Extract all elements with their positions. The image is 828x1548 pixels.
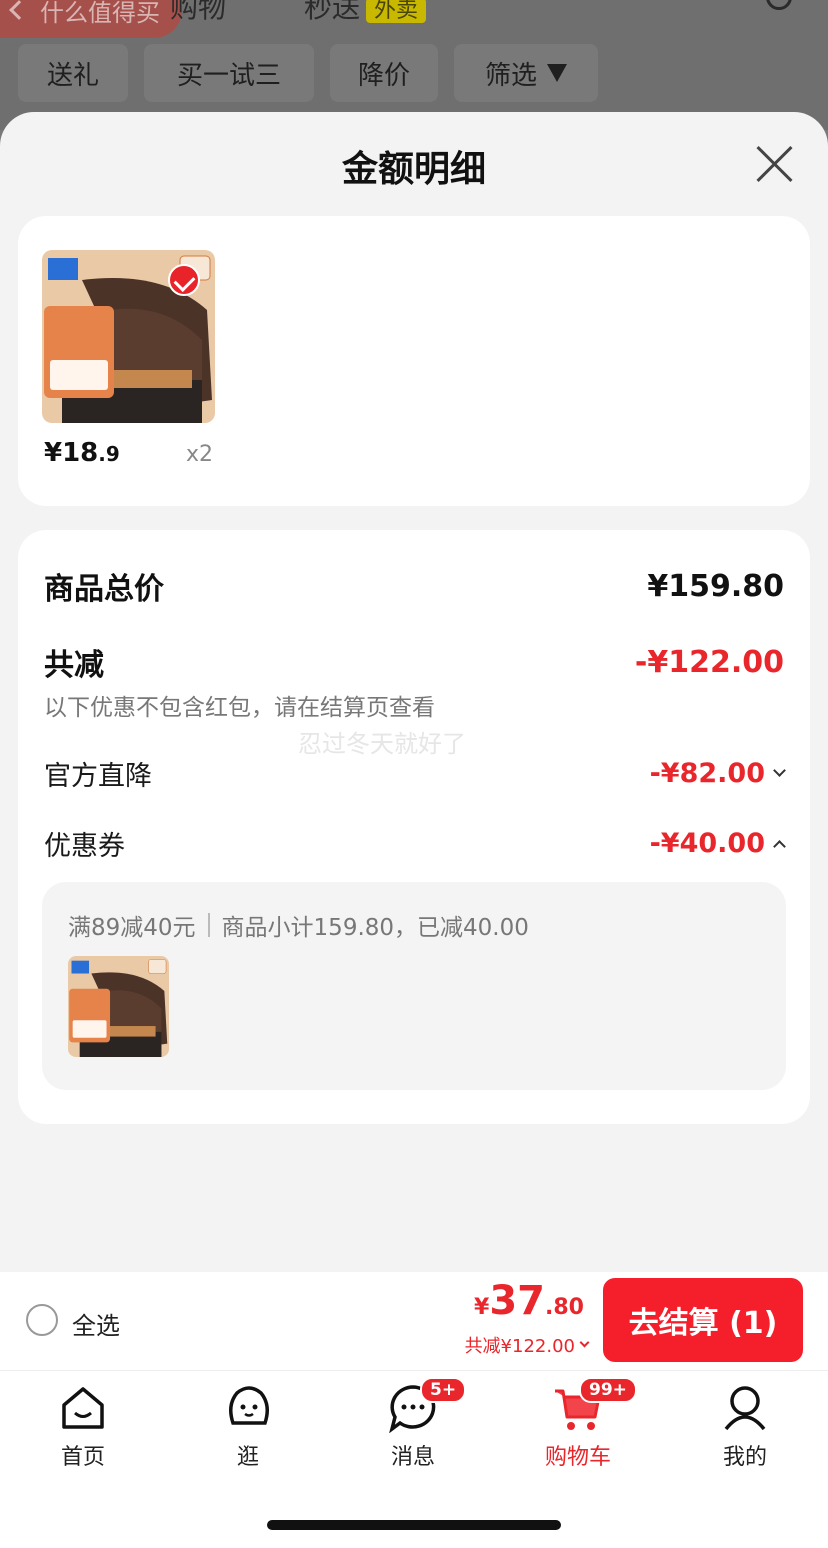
browse-icon [223, 1383, 273, 1433]
coupon-label: 优惠券 [44, 831, 125, 862]
total-label: 商品总价 [44, 572, 164, 607]
item-price-int: ¥18 [44, 438, 99, 468]
tab-home-label: 首页 [60, 1445, 105, 1470]
chip-price-drop[interactable]: 降价 [330, 44, 438, 102]
total-row: 商品总价 ¥159.80 [44, 564, 784, 608]
tab-browse-label: 逛 [236, 1445, 259, 1470]
tab-express-label: 秒送 [304, 0, 361, 24]
chevron-down-icon [579, 1337, 590, 1347]
tab-express[interactable]: 秒送 外卖 [304, 0, 427, 26]
back-button[interactable]: 什么值得买 [0, 0, 182, 38]
sheet-title: 金额明细 [341, 149, 486, 190]
tab-messages[interactable]: 5+ 消息 [358, 1377, 468, 1471]
coupon-product-thumbnail [68, 956, 169, 1057]
total-integer: 37 [489, 1278, 546, 1324]
price-breakdown-card: 商品总价 ¥159.80 共减 -¥122.00 以下优惠不包含红包，请在结算页… [18, 530, 810, 1124]
amount-detail-sheet: 金额明细 ¥18.9 x2 商品总价 ¥159.80 共减 -¥122.00 以… [0, 112, 828, 1272]
official-discount-amount: -¥82.00 [649, 758, 765, 789]
tab-profile[interactable]: 我的 [690, 1383, 800, 1471]
tab-browse[interactable]: 逛 [193, 1383, 303, 1471]
coupon-detail-text: 满89减40元 商品小计159.80，已减40.00 [68, 908, 529, 942]
coupon-rule: 满89减40元 [68, 915, 196, 941]
discount-label: 共减 [44, 648, 104, 683]
home-icon [58, 1383, 108, 1433]
tab-shopping[interactable]: 购物 [170, 0, 226, 26]
item-quantity: x2 [186, 442, 214, 467]
tab-cart-label: 购物车 [544, 1445, 611, 1470]
divider [207, 913, 210, 937]
chip-buy-one-try-three[interactable]: 买一试三 [144, 44, 314, 102]
total-value: ¥159.80 [647, 568, 784, 604]
chevron-down-icon [773, 764, 786, 777]
tab-messages-label: 消息 [390, 1445, 435, 1470]
total-currency: ¥ [474, 1295, 490, 1320]
user-icon [720, 1383, 770, 1433]
chip-filter-label: 筛选 [484, 60, 537, 91]
official-discount-value: -¥82.00 [649, 758, 786, 789]
chip-gift[interactable]: 送礼 [18, 44, 128, 102]
select-all-radio[interactable] [26, 1304, 58, 1336]
saved-amount[interactable]: 共减¥122.00 [464, 1332, 590, 1358]
coupon-amount: -¥40.00 [649, 828, 765, 859]
filter-chips: 送礼 买一试三 降价 筛选 [18, 44, 598, 102]
message-icon: 5+ [388, 1377, 467, 1434]
checkout-button[interactable]: 去结算 (1) [603, 1278, 803, 1362]
filter-icon [547, 64, 567, 82]
official-discount-row[interactable]: 官方直降 -¥82.00 [44, 754, 786, 793]
back-label: 什么值得买 [40, 0, 160, 27]
coupon-subtotal: 商品小计159.80，已减40.00 [221, 915, 529, 941]
total-price: ¥ 37 .80 [474, 1278, 584, 1324]
item-price: ¥18.9 [44, 438, 120, 468]
discount-row: 共减 -¥122.00 [44, 640, 784, 684]
tab-home[interactable]: 首页 [28, 1383, 138, 1471]
total-decimal: .80 [545, 1295, 584, 1320]
item-price-dec: .9 [98, 442, 120, 466]
selected-items-card: ¥18.9 x2 [18, 216, 810, 506]
close-icon[interactable] [754, 144, 794, 184]
discount-value: -¥122.00 [634, 644, 784, 680]
cart-icon: 99+ [553, 1377, 637, 1433]
coupon-value: -¥40.00 [649, 828, 786, 859]
messages-badge: 5+ [420, 1377, 467, 1403]
coupon-row[interactable]: 优惠券 -¥40.00 [44, 824, 786, 863]
tab-profile-label: 我的 [722, 1445, 767, 1470]
selected-check-icon [168, 264, 200, 296]
cart-badge: 99+ [579, 1377, 637, 1403]
coupon-detail-box: 满89减40元 商品小计159.80，已减40.00 [42, 882, 786, 1090]
back-icon [9, 0, 29, 20]
checkout-bar: 全选 ¥ 37 .80 共减¥122.00 去结算 (1) [0, 1272, 828, 1370]
chevron-up-icon [773, 840, 786, 853]
official-discount-label: 官方直降 [44, 761, 152, 792]
tab-takeout-badge: 外卖 [366, 0, 427, 23]
chip-filter[interactable]: 筛选 [454, 44, 598, 102]
saved-amount-text: 共减¥122.00 [464, 1336, 575, 1357]
discount-note: 以下优惠不包含红包，请在结算页查看 [44, 695, 435, 721]
select-all-label[interactable]: 全选 [72, 1306, 120, 1341]
home-indicator [267, 1520, 561, 1530]
tab-cart[interactable]: 99+ 购物车 [523, 1377, 637, 1471]
